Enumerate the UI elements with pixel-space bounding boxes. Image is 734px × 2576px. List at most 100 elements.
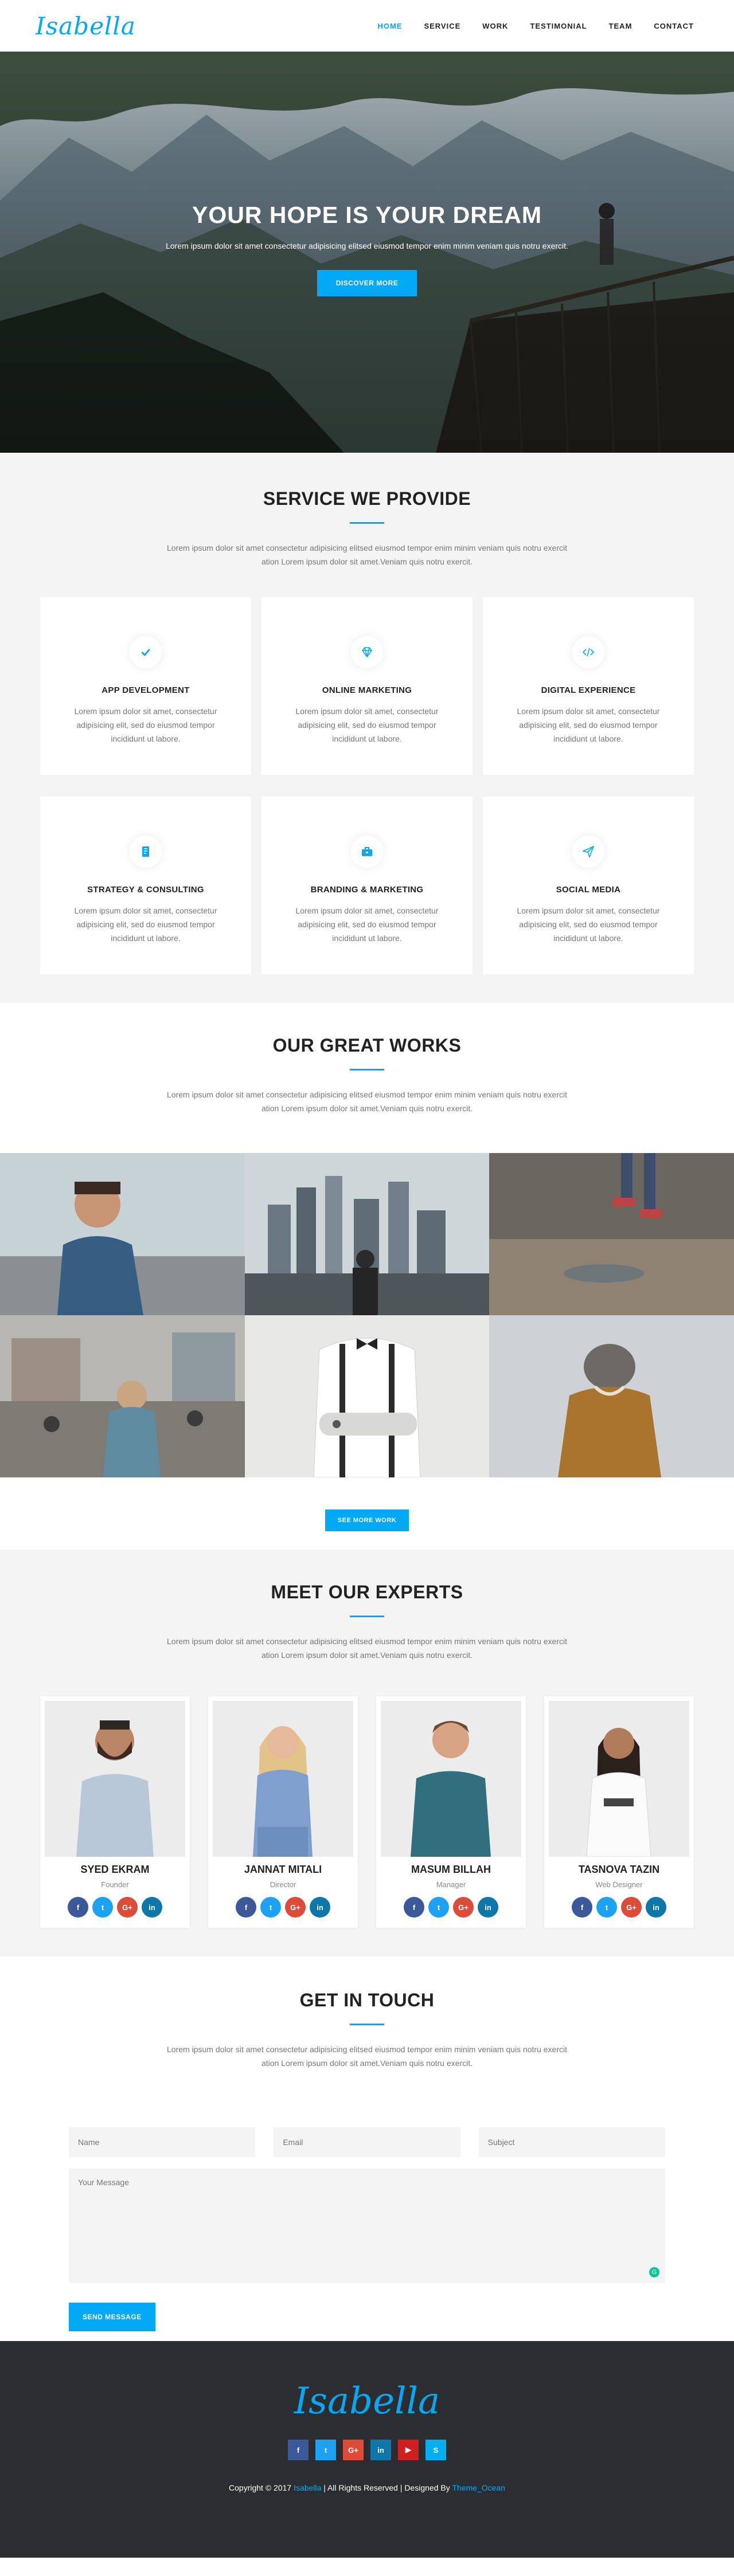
facebook-icon[interactable]: f <box>68 1897 88 1918</box>
services-description: Lorem ipsum dolor sit amet consectetur a… <box>167 543 567 566</box>
message-field[interactable] <box>69 2169 665 2283</box>
member-name: SYED EKRAM <box>80 1864 150 1875</box>
email-field[interactable] <box>274 2127 460 2157</box>
twitter-icon[interactable]: t <box>596 1897 617 1918</box>
works-gallery <box>0 1153 734 1477</box>
copyright-text: Copyright © 2017 Isabella | All Rights R… <box>0 2483 734 2492</box>
member-role: Founder <box>101 1880 129 1889</box>
service-text: Lorem ipsum dolor sit amet, consectetur … <box>74 707 217 743</box>
linkedin-icon[interactable]: in <box>478 1897 498 1918</box>
copyright-middle: | All Rights Reserved | Designed By <box>323 2483 450 2492</box>
member-role: Manager <box>436 1880 466 1889</box>
footer-logo[interactable]: Isabella <box>0 2380 734 2422</box>
facebook-icon[interactable]: f <box>404 1897 424 1918</box>
nav-service[interactable]: SERVICE <box>424 22 460 30</box>
title-divider <box>350 2024 384 2025</box>
linkedin-icon[interactable]: in <box>370 2440 391 2460</box>
nav-contact[interactable]: CONTACT <box>654 22 694 30</box>
member-social-links: f t G+ in <box>549 1897 689 1918</box>
contact-title: GET IN TOUCH <box>299 1990 435 2010</box>
work-item[interactable] <box>0 1315 245 1477</box>
bookmark-icon <box>130 836 162 868</box>
discover-more-button[interactable]: DISCOVER MORE <box>317 270 417 296</box>
contact-section: GET IN TOUCH Lorem ipsum dolor sit amet … <box>0 1956 734 2341</box>
diamond-icon <box>351 636 383 668</box>
twitter-icon[interactable]: t <box>315 2440 336 2460</box>
google-plus-icon[interactable]: G+ <box>621 1897 642 1918</box>
works-section: OUR GREAT WORKS Lorem ipsum dolor sit am… <box>0 1003 734 1550</box>
service-text: Lorem ipsum dolor sit amet, consectetur … <box>295 906 439 943</box>
nav-work[interactable]: WORK <box>482 22 508 30</box>
linkedin-icon[interactable]: in <box>142 1897 162 1918</box>
work-item[interactable] <box>489 1153 734 1315</box>
linkedin-icon[interactable]: in <box>646 1897 666 1918</box>
service-title: APP DEVELOPMENT <box>101 685 190 695</box>
member-role: Web Designer <box>595 1880 643 1889</box>
facebook-icon[interactable]: f <box>236 1897 256 1918</box>
work-item[interactable] <box>245 1315 489 1477</box>
google-plus-icon[interactable]: G+ <box>343 2440 364 2460</box>
code-icon <box>572 636 604 668</box>
work-photo-man-suspenders <box>245 1315 489 1477</box>
twitter-icon[interactable]: t <box>428 1897 449 1918</box>
facebook-icon[interactable]: f <box>572 1897 592 1918</box>
nav-testimonial[interactable]: TESTIMONIAL <box>530 22 587 30</box>
title-divider <box>350 522 384 524</box>
hero-section: YOUR HOPE IS YOUR DREAM Lorem ipsum dolo… <box>0 52 734 453</box>
works-title: OUR GREAT WORKS <box>272 1035 462 1056</box>
google-plus-icon[interactable]: G+ <box>285 1897 306 1918</box>
linkedin-icon[interactable]: in <box>310 1897 330 1918</box>
subject-field[interactable] <box>478 2127 665 2157</box>
paper-plane-icon <box>572 836 604 868</box>
nav-team[interactable]: TEAM <box>609 22 633 30</box>
member-name: JANNAT MITALI <box>244 1864 322 1875</box>
member-social-links: f t G+ in <box>45 1897 185 1918</box>
member-photo <box>549 1701 689 1857</box>
hero-title: YOUR HOPE IS YOUR DREAM <box>192 202 542 228</box>
title-divider <box>350 1616 384 1617</box>
top-navbar: Isabella HOME SERVICE WORK TESTIMONIAL T… <box>0 0 734 52</box>
service-text: Lorem ipsum dolor sit amet, consectetur … <box>295 707 439 743</box>
designer-link[interactable]: Theme_Ocean <box>452 2483 505 2492</box>
team-grid: SYED EKRAM Founder f t G+ in JANNAT MITA… <box>40 1696 694 1928</box>
main-menu: HOME SERVICE WORK TESTIMONIAL TEAM CONTA… <box>377 22 694 30</box>
service-card: DIGITAL EXPERIENCE Lorem ipsum dolor sit… <box>483 597 694 775</box>
title-divider <box>350 1069 384 1071</box>
services-title: SERVICE WE PROVIDE <box>263 488 471 509</box>
team-member-card: SYED EKRAM Founder f t G+ in <box>40 1696 190 1928</box>
see-more-work-button[interactable]: SEE MORE WORK <box>325 1509 409 1531</box>
team-member-card: TASNOVA TAZIN Web Designer f t G+ in <box>544 1696 694 1928</box>
work-item[interactable] <box>0 1153 245 1315</box>
service-title: BRANDING & MARKETING <box>310 885 424 895</box>
service-text: Lorem ipsum dolor sit amet, consectetur … <box>517 906 660 943</box>
google-plus-icon[interactable]: G+ <box>117 1897 138 1918</box>
work-photo-beanie-jacket <box>489 1315 734 1477</box>
twitter-icon[interactable]: t <box>260 1897 281 1918</box>
member-name: TASNOVA TAZIN <box>578 1864 660 1875</box>
work-item[interactable] <box>489 1315 734 1477</box>
team-description: Lorem ipsum dolor sit amet consectetur a… <box>167 1637 567 1660</box>
brand-link[interactable]: Isabella <box>294 2483 321 2492</box>
service-card: SOCIAL MEDIA Lorem ipsum dolor sit amet,… <box>483 797 694 974</box>
site-logo[interactable]: Isabella <box>36 12 136 40</box>
service-text: Lorem ipsum dolor sit amet, consectetur … <box>517 707 660 743</box>
service-title: SOCIAL MEDIA <box>556 885 621 895</box>
work-item[interactable] <box>245 1153 489 1315</box>
facebook-icon[interactable]: f <box>288 2440 309 2460</box>
member-photo-blonde-woman <box>213 1701 353 1857</box>
service-card: APP DEVELOPMENT Lorem ipsum dolor sit am… <box>40 597 251 775</box>
team-member-card: MASUM BILLAH Manager f t G+ in <box>376 1696 526 1928</box>
work-photo-jumping-shoes <box>489 1153 734 1315</box>
services-section: SERVICE WE PROVIDE Lorem ipsum dolor sit… <box>0 453 734 1003</box>
nav-home[interactable]: HOME <box>377 22 402 30</box>
skype-icon[interactable]: S <box>425 2440 446 2460</box>
youtube-icon[interactable]: ▶ <box>398 2440 419 2460</box>
service-card: ONLINE MARKETING Lorem ipsum dolor sit a… <box>261 597 473 775</box>
send-message-button[interactable]: SEND MESSAGE <box>69 2303 155 2331</box>
google-plus-icon[interactable]: G+ <box>453 1897 474 1918</box>
name-field[interactable] <box>69 2127 256 2157</box>
works-description: Lorem ipsum dolor sit amet consectetur a… <box>167 1090 567 1113</box>
twitter-icon[interactable]: t <box>92 1897 113 1918</box>
grammarly-icon[interactable]: G <box>649 2267 659 2277</box>
member-social-links: f t G+ in <box>213 1897 353 1918</box>
